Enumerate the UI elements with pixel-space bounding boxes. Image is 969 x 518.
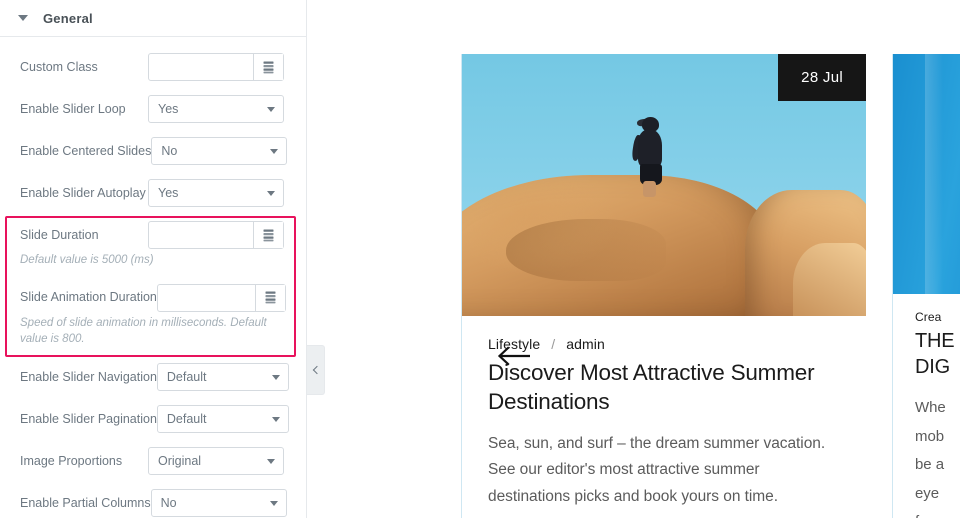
- enable-partial-columns-select[interactable]: No: [150, 489, 287, 518]
- text-input-wrapper: [148, 53, 284, 81]
- field-control: No: [150, 489, 287, 518]
- blue-backdrop-portrait-icon: [893, 54, 969, 294]
- select-value: Yes: [158, 102, 179, 116]
- post-card-media: 28 Jul: [462, 54, 866, 316]
- preview-area: 28 Jul Lifestyle / admin Discover Most A…: [308, 0, 969, 518]
- chevron-down-icon: [271, 417, 280, 423]
- post-excerpt: Sea, sun, and surf – the dream summer va…: [488, 434, 826, 505]
- arrow-left-cursor: [497, 346, 530, 366]
- post-title[interactable]: Discover Most Attractive Summer Destinat…: [488, 359, 840, 417]
- dynamic-tag-icon[interactable]: [254, 284, 285, 311]
- enable-slider-pagination-select[interactable]: Default: [156, 405, 289, 434]
- slide-animation-duration-input[interactable]: [157, 284, 255, 311]
- field-control: [148, 53, 284, 81]
- field-label: Slide Duration: [20, 227, 99, 242]
- caret-down-icon[interactable]: [18, 15, 28, 21]
- field-row-enable-slider-navigation: Enable Slider Navigation Default: [0, 356, 306, 398]
- slide-duration-hint: Default value is 5000 (ms): [20, 254, 154, 266]
- post-date-badge: 28 Jul: [778, 54, 866, 101]
- select-value: No: [161, 144, 178, 158]
- chevron-down-icon: [267, 459, 275, 465]
- dynamic-tag-icon[interactable]: [253, 54, 283, 80]
- select-value: Yes: [158, 186, 179, 200]
- field-label: Enable Slider Navigation: [20, 369, 157, 384]
- field-row-custom-class: Custom Class: [0, 46, 306, 88]
- fields-list: Custom Class Enable Slider Loop Yes Enab…: [0, 37, 306, 518]
- field-row-slide-duration: Slide Duration: [0, 214, 306, 256]
- dynamic-tag-icon[interactable]: [253, 222, 283, 248]
- field-control: No: [151, 137, 288, 165]
- select-value: No: [160, 496, 177, 511]
- field-control: Default: [156, 405, 289, 434]
- viewport-right-clip: [960, 0, 969, 518]
- panel-collapse-handle[interactable]: [307, 345, 325, 395]
- field-label: Enable Slider Autoplay: [20, 185, 146, 200]
- field-row-enable-partial-columns: Enable Partial Columns No: [0, 482, 306, 518]
- chevron-down-icon: [269, 501, 278, 507]
- field-control: Original: [148, 447, 284, 476]
- slide-duration-input[interactable]: [149, 222, 253, 248]
- field-control: [156, 283, 286, 312]
- image-proportions-select[interactable]: Original: [148, 447, 284, 476]
- custom-class-input[interactable]: [149, 54, 253, 80]
- post-card[interactable]: Crea THEDIG Whemobbe aeyefam: [892, 54, 969, 518]
- chevron-down-icon: [270, 149, 279, 154]
- select-value: Default: [166, 370, 207, 385]
- post-card[interactable]: 28 Jul Lifestyle / admin Discover Most A…: [461, 54, 866, 518]
- field-row-image-proportions: Image Proportions Original: [0, 440, 306, 482]
- text-input-wrapper: [156, 283, 286, 312]
- chevron-down-icon: [267, 191, 275, 196]
- meta-separator: /: [551, 336, 556, 352]
- select-value: Original: [158, 454, 202, 469]
- slide-animation-duration-hint: Speed of slide animation in milliseconds…: [20, 316, 267, 346]
- enable-centered-slides-select[interactable]: No: [151, 137, 288, 165]
- field-label: Enable Centered Slides: [20, 143, 152, 158]
- enable-slider-loop-select[interactable]: Yes: [148, 95, 284, 123]
- field-label: Enable Partial Columns: [20, 495, 151, 510]
- enable-slider-navigation-select[interactable]: Default: [156, 363, 289, 392]
- field-row-enable-slider-loop: Enable Slider Loop Yes: [0, 88, 306, 130]
- field-row-enable-centered-slides: Enable Centered Slides No: [0, 130, 306, 172]
- field-label: Enable Slider Pagination: [20, 411, 157, 426]
- post-author-link[interactable]: admin: [566, 336, 605, 352]
- field-label: Image Proportions: [20, 453, 123, 468]
- field-label: Enable Slider Loop: [20, 101, 126, 116]
- post-card-body: Crea THEDIG Whemobbe aeyefam: [893, 294, 969, 518]
- field-control: Yes: [148, 179, 284, 207]
- editor-screen: General Custom Class Enable Slider Loop …: [0, 0, 969, 518]
- field-row-enable-slider-autoplay: Enable Slider Autoplay Yes: [0, 172, 306, 214]
- field-control: [148, 221, 284, 249]
- settings-panel: General Custom Class Enable Slider Loop …: [0, 0, 307, 518]
- enable-slider-autoplay-select[interactable]: Yes: [148, 179, 284, 207]
- text-input-wrapper: [148, 221, 284, 249]
- field-label: Custom Class: [20, 59, 98, 74]
- chevron-down-icon: [267, 107, 275, 112]
- field-control: Yes: [148, 95, 284, 123]
- post-card-media: [893, 54, 969, 294]
- field-control: Default: [156, 363, 289, 392]
- panel-section-title: General: [43, 10, 93, 26]
- post-category-link[interactable]: Crea: [915, 310, 941, 324]
- field-row-slide-animation-duration: Slide Animation Duration: [0, 277, 306, 319]
- select-value: Default: [166, 412, 207, 427]
- chevron-left-icon: [312, 365, 321, 375]
- field-row-enable-slider-pagination: Enable Slider Pagination Default: [0, 398, 306, 440]
- chevron-down-icon: [271, 375, 280, 381]
- field-label: Slide Animation Duration: [20, 290, 157, 305]
- post-meta: Lifestyle / admin: [488, 336, 840, 352]
- posts-slider: 28 Jul Lifestyle / admin Discover Most A…: [461, 54, 969, 518]
- section-header-general[interactable]: General: [0, 0, 306, 37]
